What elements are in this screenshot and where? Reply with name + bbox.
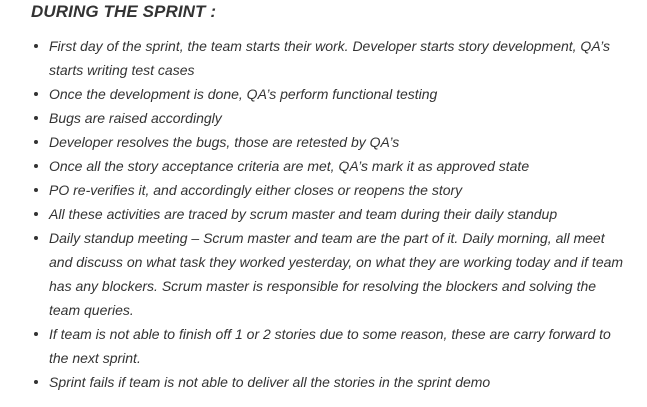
section-heading: DURING THE SPRINT :	[31, 2, 217, 21]
bullet-icon	[34, 140, 38, 144]
list-item: If team is not able to finish off 1 or 2…	[34, 322, 629, 370]
list-item-text: All these activities are traced by scrum…	[49, 206, 558, 222]
sprint-activities-list: First day of the sprint, the team starts…	[34, 34, 629, 394]
document: DURING THE SPRINT : First day of the spr…	[0, 0, 647, 407]
list-item-text: Once the development is done, QA’s perfo…	[49, 86, 438, 102]
bullet-icon	[34, 332, 38, 336]
list-item-text: Developer resolves the bugs, those are r…	[49, 134, 400, 150]
list-item-text: Daily standup meeting – Scrum master and…	[49, 230, 624, 318]
list-item: PO re-verifies it, and accordingly eithe…	[34, 178, 629, 202]
bullet-icon	[34, 212, 38, 216]
list-item: Bugs are raised accordingly	[34, 106, 629, 130]
list-item: Once the development is done, QA’s perfo…	[34, 82, 629, 106]
list-item: All these activities are traced by scrum…	[34, 202, 629, 226]
list-item: Sprint fails if team is not able to deli…	[34, 370, 629, 394]
bullet-icon	[34, 92, 38, 96]
list-item: Developer resolves the bugs, those are r…	[34, 130, 629, 154]
list-item: First day of the sprint, the team starts…	[34, 34, 629, 82]
bullet-icon	[34, 44, 38, 48]
bullet-icon	[34, 380, 38, 384]
bullet-icon	[34, 164, 38, 168]
list-item: Once all the story acceptance criteria a…	[34, 154, 629, 178]
bullet-icon	[34, 188, 38, 192]
list-item-text: First day of the sprint, the team starts…	[49, 38, 610, 78]
bullet-icon	[34, 236, 38, 240]
list-item-text: If team is not able to finish off 1 or 2…	[49, 326, 611, 366]
list-item-text: Once all the story acceptance criteria a…	[49, 158, 530, 174]
list-item: Daily standup meeting – Scrum master and…	[34, 226, 629, 322]
list-item-text: PO re-verifies it, and accordingly eithe…	[49, 182, 463, 198]
bullet-icon	[34, 116, 38, 120]
list-item-text: Sprint fails if team is not able to deli…	[49, 374, 491, 390]
list-item-text: Bugs are raised accordingly	[49, 110, 222, 126]
